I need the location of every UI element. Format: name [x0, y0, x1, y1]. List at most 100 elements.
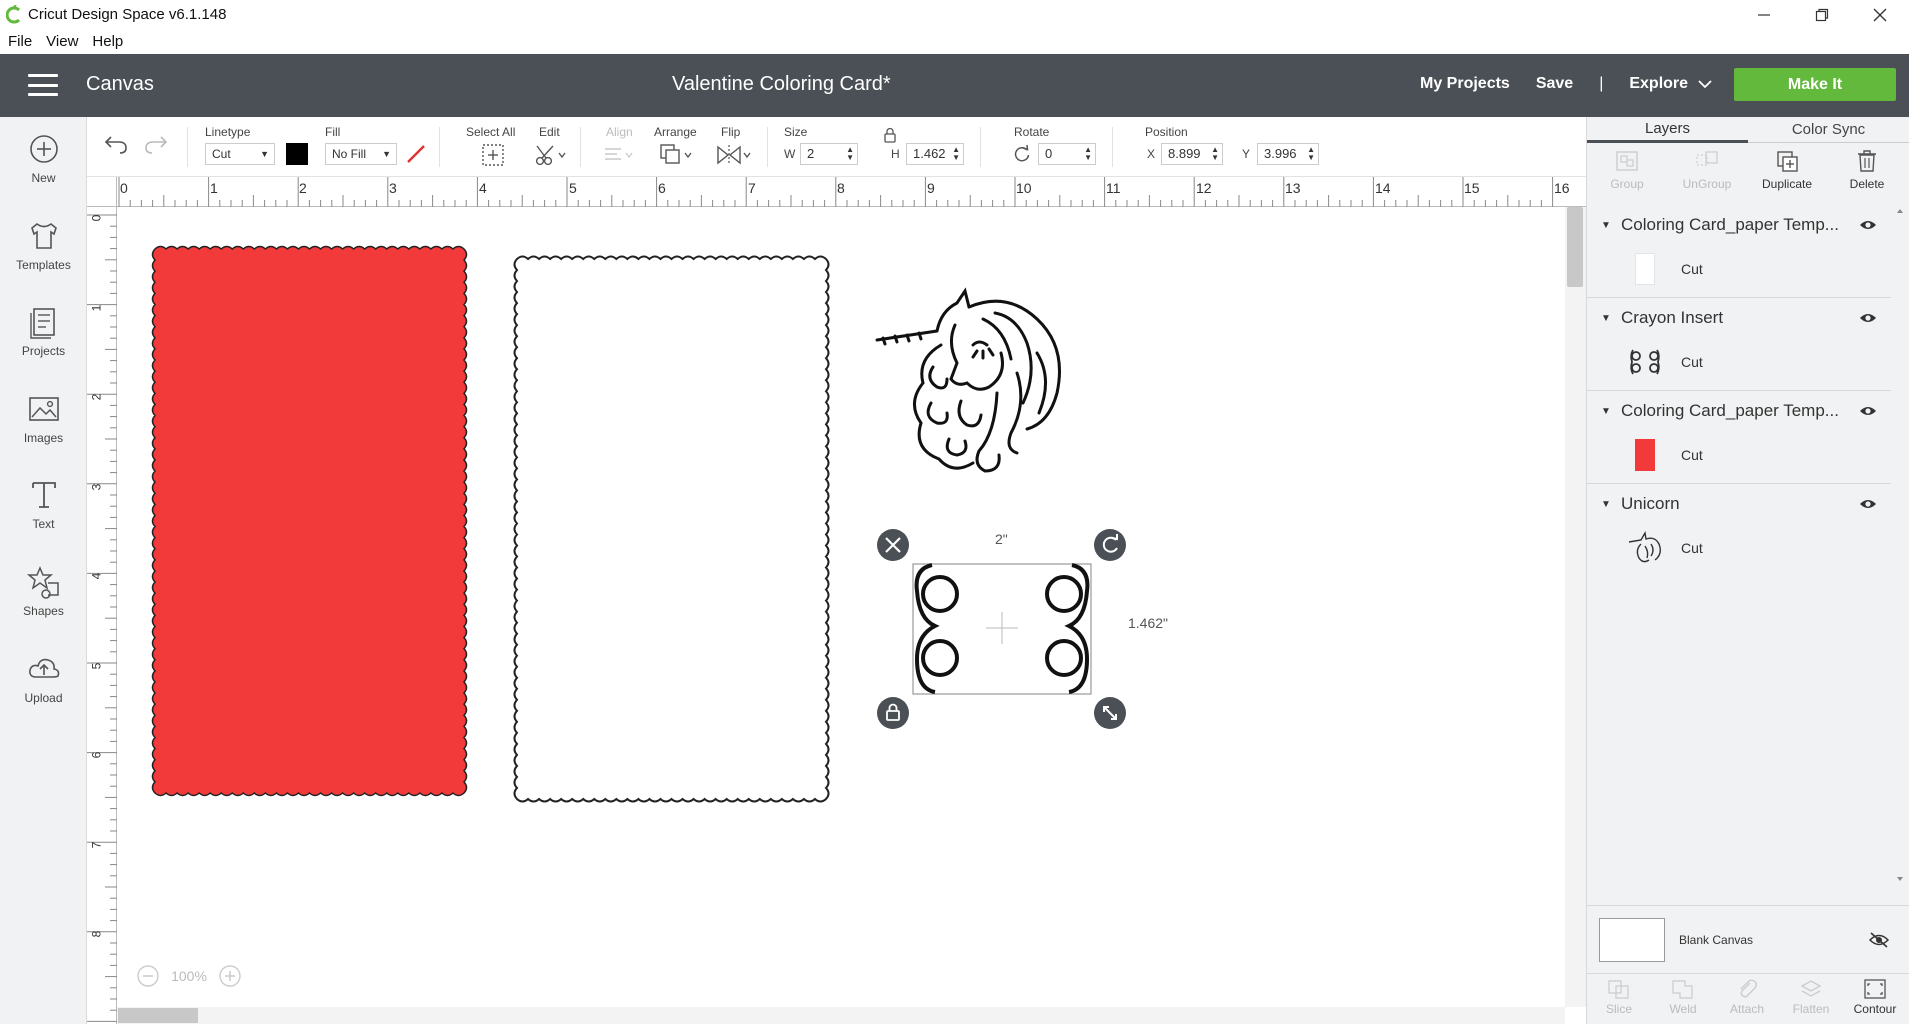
flip-label: Flip — [721, 125, 741, 139]
design-canvas[interactable]: 2" 1.462" — [117, 207, 1565, 1007]
ruler-label: 16 — [1554, 180, 1570, 196]
layer-thumbnail — [1621, 435, 1669, 475]
linetype-color-swatch[interactable] — [286, 143, 308, 165]
minimize-icon[interactable] — [1735, 0, 1793, 29]
tab-layers[interactable]: Layers — [1587, 117, 1748, 143]
rotate-input[interactable]: 0 ▲ ▼ — [1038, 143, 1096, 165]
lock-handle-icon[interactable] — [877, 697, 909, 729]
sidebar-item-templates[interactable]: Templates — [0, 216, 87, 286]
make-it-button[interactable]: Make It — [1734, 68, 1896, 101]
ruler-label: 9 — [927, 180, 935, 196]
menu-file[interactable]: File — [8, 33, 32, 50]
zoom-in-icon[interactable] — [218, 964, 242, 988]
fill-dropdown[interactable]: No Fill ▼ — [325, 143, 397, 165]
unicorn-image[interactable] — [875, 287, 1061, 473]
eye-icon[interactable] — [1853, 405, 1883, 417]
ruler-label: 1 — [89, 304, 104, 312]
attach-button[interactable]: Attach — [1715, 974, 1779, 1024]
ruler-label: 8 — [89, 930, 104, 938]
flip-icon[interactable] — [714, 142, 754, 168]
layer-name: Coloring Card_paper Temp... — [1621, 401, 1839, 420]
slice-button[interactable]: Slice — [1587, 974, 1651, 1024]
zoom-out-icon[interactable] — [136, 964, 160, 988]
layer-item[interactable]: Cut — [1587, 524, 1891, 572]
scrollbar-thumb[interactable] — [118, 1008, 198, 1023]
sidebar-item-images[interactable]: Images — [0, 389, 87, 459]
zoom-level: 100% — [171, 968, 207, 984]
width-input[interactable]: 2 ▲ ▼ — [800, 143, 858, 165]
layer-item[interactable]: Cut — [1587, 338, 1891, 386]
layer-item[interactable]: Cut — [1587, 431, 1891, 479]
layers-scrollbar[interactable] — [1893, 205, 1907, 885]
paperclip-icon — [1740, 979, 1757, 998]
canvas-vertical-scrollbar[interactable] — [1565, 207, 1586, 1007]
sidebar-item-text[interactable]: Text — [0, 475, 87, 545]
arrange-icon[interactable] — [658, 142, 696, 168]
white-card-shape[interactable] — [513, 255, 830, 803]
sidebar-item-new[interactable]: New — [0, 129, 87, 199]
undo-icon[interactable] — [103, 133, 129, 155]
scrollbar-thumb[interactable] — [1567, 207, 1583, 287]
position-y-input[interactable]: 3.996 ▲ ▼ — [1257, 143, 1319, 165]
fill-none-swatch-icon[interactable] — [405, 143, 427, 165]
lock-icon[interactable] — [883, 127, 897, 143]
eye-icon[interactable] — [1853, 312, 1883, 324]
red-card-shape[interactable] — [151, 245, 468, 797]
select-all-icon[interactable] — [480, 142, 506, 168]
caret-down-icon[interactable]: ▼ — [1601, 499, 1613, 510]
ruler-label: 7 — [748, 180, 756, 196]
sidebar-item-shapes[interactable]: Shapes — [0, 562, 87, 632]
resize-handle-icon[interactable] — [1094, 697, 1126, 729]
eye-icon[interactable] — [1853, 498, 1883, 510]
eye-icon[interactable] — [1853, 219, 1883, 231]
caret-down-icon[interactable]: ▼ — [1601, 313, 1613, 324]
delete-handle-icon[interactable] — [877, 529, 909, 561]
edit-scissors-icon[interactable] — [533, 142, 567, 168]
rotate-handle-icon[interactable] — [1094, 529, 1126, 561]
explore-dropdown[interactable]: Explore — [1629, 75, 1712, 93]
flatten-label: Flatten — [1792, 1002, 1830, 1016]
menu-help[interactable]: Help — [92, 33, 123, 50]
position-x-input[interactable]: 8.899 ▲ ▼ — [1161, 143, 1223, 165]
tshirt-icon — [30, 222, 57, 249]
blank-canvas-swatch[interactable] — [1599, 917, 1665, 962]
layer-header[interactable]: ▼ Crayon Insert — [1587, 298, 1891, 338]
menu-view[interactable]: View — [46, 33, 78, 50]
ungroup-button[interactable]: UnGroup — [1667, 143, 1747, 203]
sidebar-item-projects[interactable]: Projects — [0, 302, 87, 372]
blank-canvas-row[interactable]: Blank Canvas — [1587, 905, 1909, 973]
layer-name: Coloring Card_paper Temp... — [1621, 215, 1839, 234]
canvas-horizontal-scrollbar[interactable] — [117, 1007, 1565, 1024]
layer-header[interactable]: ▼ Coloring Card_paper Temp... — [1587, 205, 1891, 245]
layer-header[interactable]: ▼ Coloring Card_paper Temp... — [1587, 391, 1891, 431]
close-icon[interactable] — [1851, 0, 1909, 29]
caret-down-icon[interactable]: ▼ — [1601, 406, 1613, 417]
flatten-button[interactable]: Flatten — [1779, 974, 1843, 1024]
layer-header[interactable]: ▼ Unicorn — [1587, 484, 1891, 524]
layer-item[interactable]: Cut — [1587, 245, 1891, 293]
contour-button[interactable]: Contour — [1843, 974, 1907, 1024]
height-input[interactable]: 1.462 ▲ ▼ — [906, 143, 964, 165]
save-link[interactable]: Save — [1536, 75, 1573, 93]
sidebar-item-upload[interactable]: Upload — [0, 649, 87, 719]
project-title: Valentine Coloring Card* — [672, 73, 891, 95]
rotate-value: 0 — [1045, 146, 1053, 161]
sidebar-label: Upload — [24, 691, 63, 705]
arrange-label: Arrange — [654, 125, 697, 139]
tab-color-sync[interactable]: Color Sync — [1748, 117, 1909, 143]
weld-button[interactable]: Weld — [1651, 974, 1715, 1024]
hamburger-menu-icon[interactable] — [28, 74, 58, 96]
ruler-horizontal: 0 1 2 3 4 5 6 7 8 9 10 11 12 13 14 15 16 — [117, 177, 1586, 207]
app-header: Canvas Valentine Coloring Card* My Proje… — [0, 54, 1909, 117]
canvas-artwork — [151, 245, 1126, 803]
group-button[interactable]: Group — [1587, 143, 1667, 203]
duplicate-button[interactable]: Duplicate — [1747, 143, 1827, 203]
delete-button[interactable]: Delete — [1827, 143, 1907, 203]
eye-hidden-icon[interactable] — [1868, 931, 1890, 949]
my-projects-link[interactable]: My Projects — [1420, 75, 1510, 93]
caret-down-icon[interactable]: ▼ — [1601, 220, 1613, 231]
selection-box[interactable] — [912, 563, 1092, 695]
restore-icon[interactable] — [1793, 0, 1851, 29]
redo-icon[interactable] — [143, 133, 169, 155]
linetype-dropdown[interactable]: Cut ▼ — [205, 143, 275, 165]
